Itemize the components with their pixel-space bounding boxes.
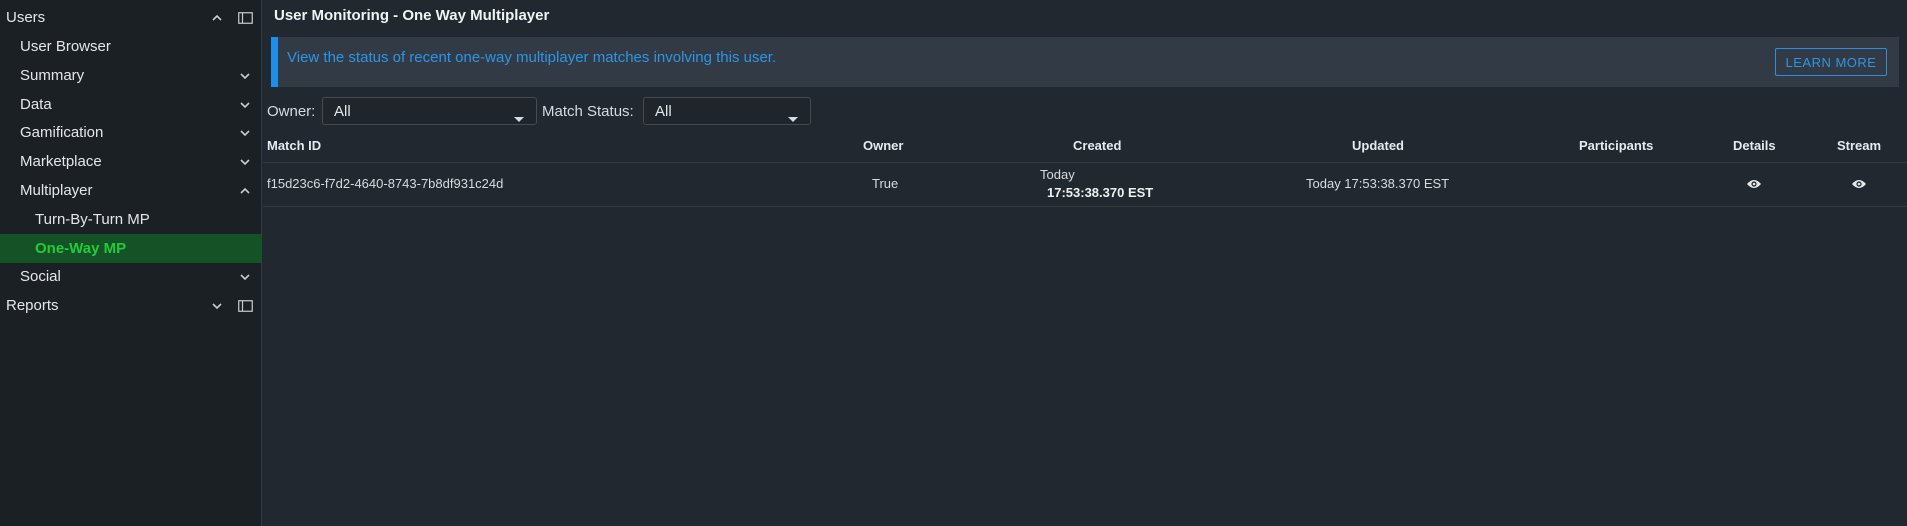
sidebar-item-label: Multiplayer xyxy=(20,182,93,199)
column-header-owner[interactable]: Owner xyxy=(863,138,903,153)
sidebar-item-summary[interactable]: Summary xyxy=(0,61,262,90)
sidebar-item-turn-by-turn-mp[interactable]: Turn-By-Turn MP xyxy=(0,205,262,234)
chevron-down-icon[interactable] xyxy=(210,299,224,313)
sidebar-item-label: Summary xyxy=(20,67,85,84)
sidebar-item-multiplayer[interactable]: Multiplayer xyxy=(0,176,262,205)
chevron-down-icon xyxy=(238,98,252,112)
match-id-cell: f15d23c6-f7d2-4640-8743-7b8df931c24d xyxy=(267,176,504,191)
chevron-down-icon xyxy=(238,155,252,169)
sidebar: Users User Browser Summary Data Gamifica… xyxy=(0,0,262,526)
info-banner: View the status of recent one-way multip… xyxy=(271,37,1899,87)
sidebar-item-reports[interactable]: Reports xyxy=(0,291,262,320)
page-title: User Monitoring - One Way Multiplayer xyxy=(274,7,550,24)
chevron-up-icon xyxy=(238,184,252,198)
sidebar-item-label: Reports xyxy=(6,297,59,314)
sidebar-item-label: Gamification xyxy=(20,124,104,141)
chevron-down-icon xyxy=(238,270,252,284)
learn-more-button[interactable]: LEARN MORE xyxy=(1775,48,1887,76)
sidebar-item-label: Marketplace xyxy=(20,153,102,170)
owner-select-value: All xyxy=(334,102,351,120)
caret-down-icon xyxy=(788,109,798,126)
column-header-participants[interactable]: Participants xyxy=(1579,138,1653,153)
chevron-down-icon xyxy=(238,126,252,140)
chevron-up-icon[interactable] xyxy=(210,11,224,25)
stream-eye-icon[interactable] xyxy=(1851,177,1867,189)
column-header-details[interactable]: Details xyxy=(1733,138,1776,153)
sidebar-item-label: Social xyxy=(20,268,61,285)
match-status-select[interactable]: All xyxy=(643,97,811,125)
panel-toggle-icon[interactable] xyxy=(238,299,254,313)
sidebar-item-data[interactable]: Data xyxy=(0,90,262,119)
details-eye-icon[interactable] xyxy=(1746,177,1762,189)
column-header-match-id[interactable]: Match ID xyxy=(267,138,321,153)
sidebar-item-label: User Browser xyxy=(20,38,111,55)
sidebar-item-one-way-mp[interactable]: One-Way MP xyxy=(0,234,262,263)
match-status-filter-label: Match Status: xyxy=(542,103,634,120)
owner-filter-label: Owner: xyxy=(267,103,316,120)
header-divider xyxy=(263,162,1907,163)
sidebar-item-users[interactable]: Users xyxy=(0,3,262,32)
owner-cell: True xyxy=(872,176,899,191)
match-status-select-value: All xyxy=(655,102,672,120)
chevron-down-icon xyxy=(238,69,252,83)
created-day-cell: Today xyxy=(1040,167,1075,182)
updated-cell: Today 17:53:38.370 EST xyxy=(1306,176,1450,191)
row-divider xyxy=(263,206,1907,207)
sidebar-item-marketplace[interactable]: Marketplace xyxy=(0,147,262,176)
panel-toggle-icon[interactable] xyxy=(238,11,254,25)
sidebar-item-gamification[interactable]: Gamification xyxy=(0,118,262,147)
column-header-stream[interactable]: Stream xyxy=(1837,138,1881,153)
column-header-created[interactable]: Created xyxy=(1073,138,1121,153)
main-content: User Monitoring - One Way Multiplayer Vi… xyxy=(263,0,1907,526)
caret-down-icon xyxy=(514,109,524,126)
column-header-updated[interactable]: Updated xyxy=(1352,138,1404,153)
sidebar-item-label: Turn-By-Turn MP xyxy=(35,211,150,228)
sidebar-item-label: Data xyxy=(20,96,52,113)
sidebar-item-label: Users xyxy=(6,9,46,26)
sidebar-item-social[interactable]: Social xyxy=(0,262,262,291)
sidebar-item-user-browser[interactable]: User Browser xyxy=(0,32,262,61)
sidebar-item-label: One-Way MP xyxy=(35,240,127,257)
owner-select[interactable]: All xyxy=(322,97,537,125)
created-time-cell: 17:53:38.370 EST xyxy=(1047,185,1154,200)
banner-text: View the status of recent one-way multip… xyxy=(287,49,777,66)
